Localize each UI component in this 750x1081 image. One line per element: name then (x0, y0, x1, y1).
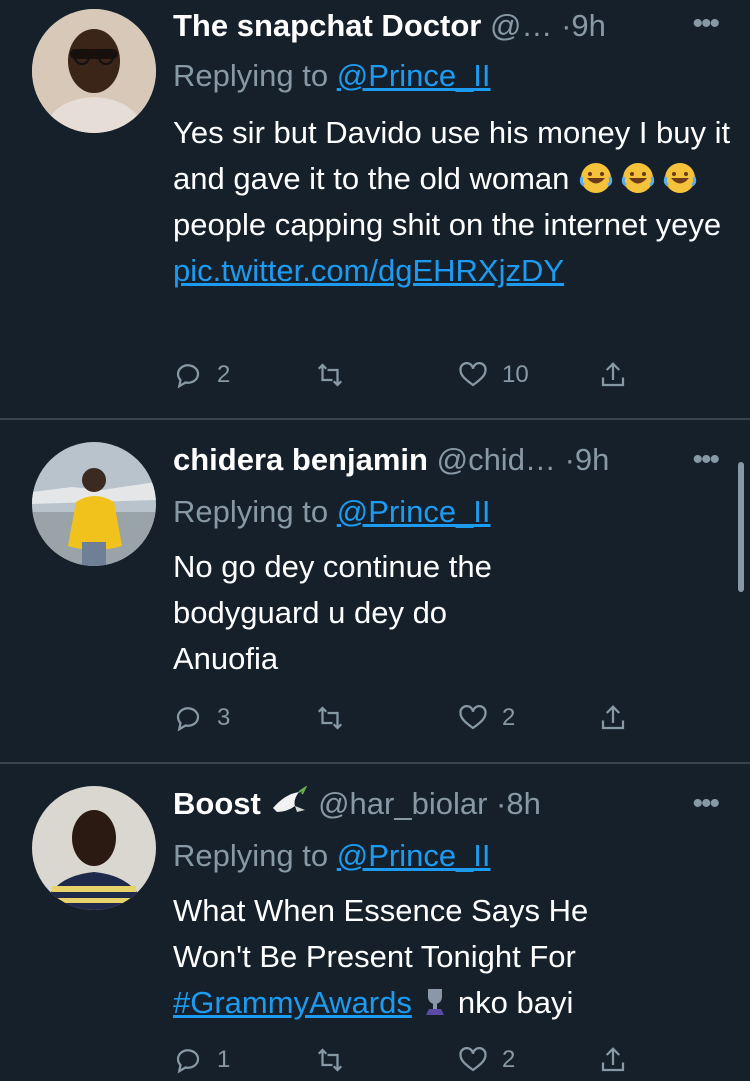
reply-button[interactable]: 3 (173, 698, 230, 738)
tweet-text-part: nko bayi (457, 985, 574, 1020)
tweet-actions: 2 10 (173, 355, 653, 395)
reply-button[interactable]: 2 (173, 355, 230, 395)
tweet-text-part: people capping shit on the internet yeye (173, 207, 722, 242)
tweet-text: Yes sir but Davido use his money I buy i… (173, 110, 733, 294)
avatar[interactable] (32, 9, 156, 133)
separator-dot: · (496, 786, 507, 821)
replying-to-label: Replying to (173, 494, 329, 529)
display-name[interactable]: Boost (173, 786, 261, 821)
tweet-2[interactable]: chidera benjamin @chid… ·9h ••• Replying… (0, 420, 750, 760)
heart-icon (459, 1047, 487, 1072)
reply-icon (176, 364, 200, 389)
user-handle[interactable]: @har_biolar (318, 786, 487, 821)
reply-button[interactable]: 1 (173, 1040, 230, 1080)
hashtag-link[interactable]: #GrammyAwards (173, 985, 412, 1020)
more-options-icon[interactable]: ••• (692, 445, 719, 475)
reply-count: 3 (217, 704, 231, 731)
share-icon (601, 362, 625, 387)
like-button[interactable]: 10 (458, 355, 529, 395)
retweet-button[interactable] (315, 355, 359, 395)
timestamp[interactable]: 8h (506, 786, 540, 821)
share-button[interactable] (598, 355, 628, 395)
separator-dot: · (564, 442, 575, 477)
avatar[interactable] (32, 786, 156, 910)
user-handle[interactable]: @… (490, 8, 552, 43)
tweet-1[interactable]: The snapchat Doctor @… ·9h ••• Replying … (0, 0, 750, 418)
retweet-icon (317, 1048, 343, 1072)
replying-to-label: Replying to (173, 838, 329, 873)
retweet-icon (317, 706, 343, 730)
heart-icon (459, 362, 487, 387)
tweet-3[interactable]: Boost @har_biolar ·8h ••• Replying to @P… (0, 764, 750, 1081)
more-options-icon[interactable]: ••• (692, 9, 719, 39)
like-button[interactable]: 2 (458, 1040, 515, 1080)
tweet-text: No go dey continue the bodyguard u dey d… (173, 549, 492, 676)
tweet-text-part: What When Essence Says He Won't Be Prese… (173, 893, 589, 974)
tweet-header: The snapchat Doctor @… ·9h (173, 6, 710, 46)
mention-link[interactable]: @Prince_II (337, 58, 491, 93)
tweet-header: chidera benjamin @chid… ·9h (173, 440, 710, 480)
retweet-button[interactable] (315, 1040, 359, 1080)
share-icon (601, 1047, 625, 1072)
heart-icon (459, 705, 487, 730)
avatar[interactable] (32, 442, 156, 566)
like-count: 2 (502, 704, 516, 731)
joy-emoji-icon (578, 161, 704, 196)
retweet-icon (317, 363, 343, 387)
user-handle[interactable]: @chid… (437, 442, 556, 477)
retweet-button[interactable] (315, 698, 359, 738)
like-count: 2 (502, 1046, 516, 1073)
tweet-actions: 3 2 (173, 698, 653, 738)
reply-count: 1 (217, 1046, 231, 1073)
dove-icon (269, 785, 309, 821)
more-options-icon[interactable]: ••• (692, 789, 719, 819)
display-name[interactable]: chidera benjamin (173, 442, 428, 477)
mention-link[interactable]: @Prince_II (337, 494, 491, 529)
reply-icon (176, 1049, 200, 1074)
timestamp[interactable]: 9h (571, 8, 605, 43)
tweet-text: What When Essence Says He Won't Be Prese… (173, 888, 663, 1026)
scrollbar[interactable] (738, 462, 744, 592)
timestamp[interactable]: 9h (575, 442, 609, 477)
replying-to-label: Replying to (173, 58, 329, 93)
mention-link[interactable]: @Prince_II (337, 838, 491, 873)
share-icon (601, 705, 625, 730)
separator-dot: · (561, 8, 572, 43)
media-link[interactable]: pic.twitter.com/dgEHRXjzDY (173, 253, 564, 288)
share-button[interactable] (598, 698, 628, 738)
trophy-icon (412, 985, 458, 1020)
like-count: 10 (502, 361, 529, 388)
replying-to: Replying to @Prince_II (173, 836, 491, 876)
replying-to: Replying to @Prince_II (173, 56, 491, 96)
display-name[interactable]: The snapchat Doctor (173, 8, 481, 43)
reply-icon (176, 707, 200, 732)
like-button[interactable]: 2 (458, 698, 515, 738)
tweet-header: Boost @har_biolar ·8h (173, 784, 710, 824)
replying-to: Replying to @Prince_II (173, 492, 491, 532)
reply-count: 2 (217, 361, 231, 388)
tweet-actions: 1 2 (173, 1040, 653, 1080)
share-button[interactable] (598, 1040, 628, 1080)
